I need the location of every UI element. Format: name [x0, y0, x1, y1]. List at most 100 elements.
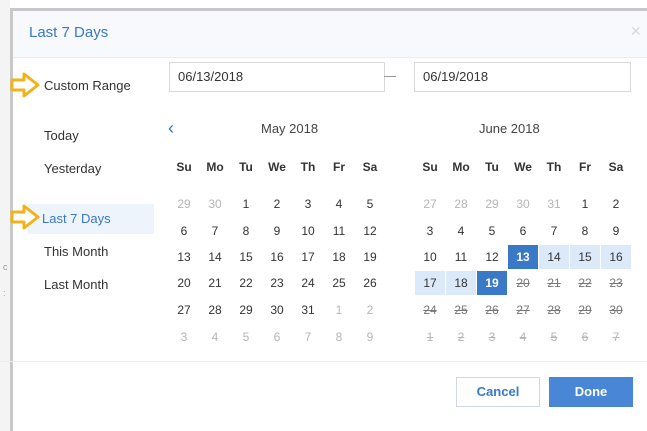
day-cell[interactable]: 31	[539, 192, 569, 216]
day-cell[interactable]: 7	[293, 325, 323, 349]
day-cell[interactable]: 1	[324, 298, 354, 322]
day-cell[interactable]: 2	[355, 298, 385, 322]
preset-last-7-days[interactable]: Last 7 Days	[28, 204, 154, 234]
day-cell[interactable]: 17	[293, 245, 323, 269]
day-cell[interactable]: 5	[231, 325, 261, 349]
preset-today[interactable]: Today	[44, 121, 79, 151]
day-cell[interactable]: 26	[355, 271, 385, 295]
day-cell[interactable]: 23	[262, 271, 292, 295]
day-cell[interactable]: 21	[200, 271, 230, 295]
day-cell[interactable]: 25	[324, 271, 354, 295]
day-cell: 22	[578, 276, 592, 290]
day-cell[interactable]: 17	[415, 271, 445, 295]
day-cell[interactable]: 27	[169, 298, 199, 322]
preset-this-month[interactable]: This Month	[44, 237, 108, 267]
chevron-left-icon[interactable]: ‹	[168, 118, 174, 139]
pointer-arrow-icon	[10, 204, 40, 230]
day-cell[interactable]: 6	[262, 325, 292, 349]
day-cell: 20	[516, 276, 530, 290]
day-cell[interactable]: 3	[169, 325, 199, 349]
start-date-input[interactable]: 06/13/2018	[169, 62, 385, 92]
day-cell[interactable]: 10	[415, 245, 445, 269]
weekday-header: Sa	[608, 160, 624, 174]
selected-day-cell[interactable]: 19	[477, 271, 507, 295]
day-cell[interactable]: 29	[231, 298, 261, 322]
day-cell[interactable]: 7	[539, 219, 569, 243]
day-cell[interactable]: 9	[262, 219, 292, 243]
day-cell: 26	[485, 303, 499, 317]
weekday-header: Tu	[485, 160, 499, 174]
background-text: c	[3, 262, 8, 272]
day-cell[interactable]: 9	[355, 325, 385, 349]
day-cell: 28	[547, 303, 561, 317]
day-cell[interactable]: 29	[169, 192, 199, 216]
day-cell[interactable]: 16	[601, 245, 631, 269]
day-cell[interactable]: 13	[169, 245, 199, 269]
day-cell[interactable]: 6	[169, 219, 199, 243]
day-cell[interactable]: 4	[200, 325, 230, 349]
day-cell[interactable]: 28	[200, 298, 230, 322]
day-cell[interactable]: 11	[324, 219, 354, 243]
day-cell[interactable]: 8	[570, 219, 600, 243]
day-cell[interactable]: 3	[293, 192, 323, 216]
calendar-title-may: May 2018	[261, 121, 319, 136]
day-cell[interactable]: 30	[262, 298, 292, 322]
day-cell[interactable]: 18	[324, 245, 354, 269]
day-cell[interactable]: 12	[355, 219, 385, 243]
day-cell[interactable]: 9	[601, 219, 631, 243]
day-cell[interactable]: 8	[231, 219, 261, 243]
day-cell[interactable]: 11	[446, 245, 476, 269]
preset-custom-range[interactable]: Custom Range	[44, 71, 131, 101]
day-cell[interactable]: 19	[355, 245, 385, 269]
day-cell[interactable]: 16	[262, 245, 292, 269]
day-cell[interactable]: 15	[231, 245, 261, 269]
end-date-input[interactable]: 06/19/2018	[414, 62, 631, 92]
day-cell[interactable]: 24	[293, 271, 323, 295]
weekday-header: Su	[176, 160, 192, 174]
day-cell[interactable]: 14	[200, 245, 230, 269]
preset-last-month[interactable]: Last Month	[44, 270, 108, 300]
day-cell: 2	[457, 330, 465, 344]
preset-yesterday[interactable]: Yesterday	[44, 154, 101, 184]
cancel-button[interactable]: Cancel	[456, 377, 540, 407]
weekday-header: Mo	[206, 160, 224, 174]
day-cell: 29	[578, 303, 592, 317]
day-cell[interactable]: 29	[477, 192, 507, 216]
day-cell[interactable]: 12	[477, 245, 507, 269]
weekday-header: Th	[300, 160, 316, 174]
day-cell[interactable]: 3	[415, 219, 445, 243]
day-cell[interactable]: 5	[477, 219, 507, 243]
background-panel: c :	[0, 0, 10, 431]
calendar-title-june: June 2018	[479, 121, 540, 136]
day-cell[interactable]: 20	[169, 271, 199, 295]
day-cell[interactable]: 2	[601, 192, 631, 216]
day-cell[interactable]: 4	[324, 192, 354, 216]
day-cell[interactable]: 15	[570, 245, 600, 269]
day-cell[interactable]: 30	[508, 192, 538, 216]
day-cell[interactable]: 1	[570, 192, 600, 216]
day-cell: 25	[454, 303, 468, 317]
close-icon[interactable]: ×	[630, 22, 641, 40]
day-cell: 4	[519, 330, 527, 344]
day-cell[interactable]: 5	[355, 192, 385, 216]
day-cell[interactable]: 28	[446, 192, 476, 216]
day-cell[interactable]: 1	[231, 192, 261, 216]
day-cell[interactable]: 22	[231, 271, 261, 295]
range-separator	[384, 76, 396, 77]
day-cell[interactable]: 4	[446, 219, 476, 243]
day-cell[interactable]: 27	[415, 192, 445, 216]
selected-day-cell[interactable]: 13	[508, 245, 538, 269]
day-cell[interactable]: 7	[200, 219, 230, 243]
done-button[interactable]: Done	[549, 377, 633, 407]
day-cell: 24	[423, 303, 437, 317]
day-cell[interactable]: 30	[200, 192, 230, 216]
day-cell[interactable]: 14	[539, 245, 569, 269]
day-cell[interactable]: 10	[293, 219, 323, 243]
dialog-title: Last 7 Days	[29, 24, 109, 41]
day-cell[interactable]: 2	[262, 192, 292, 216]
day-cell[interactable]: 6	[508, 219, 538, 243]
day-cell[interactable]: 8	[324, 325, 354, 349]
day-cell[interactable]: 18	[446, 271, 476, 295]
day-cell[interactable]: 31	[293, 298, 323, 322]
day-cell: 30	[609, 303, 623, 317]
